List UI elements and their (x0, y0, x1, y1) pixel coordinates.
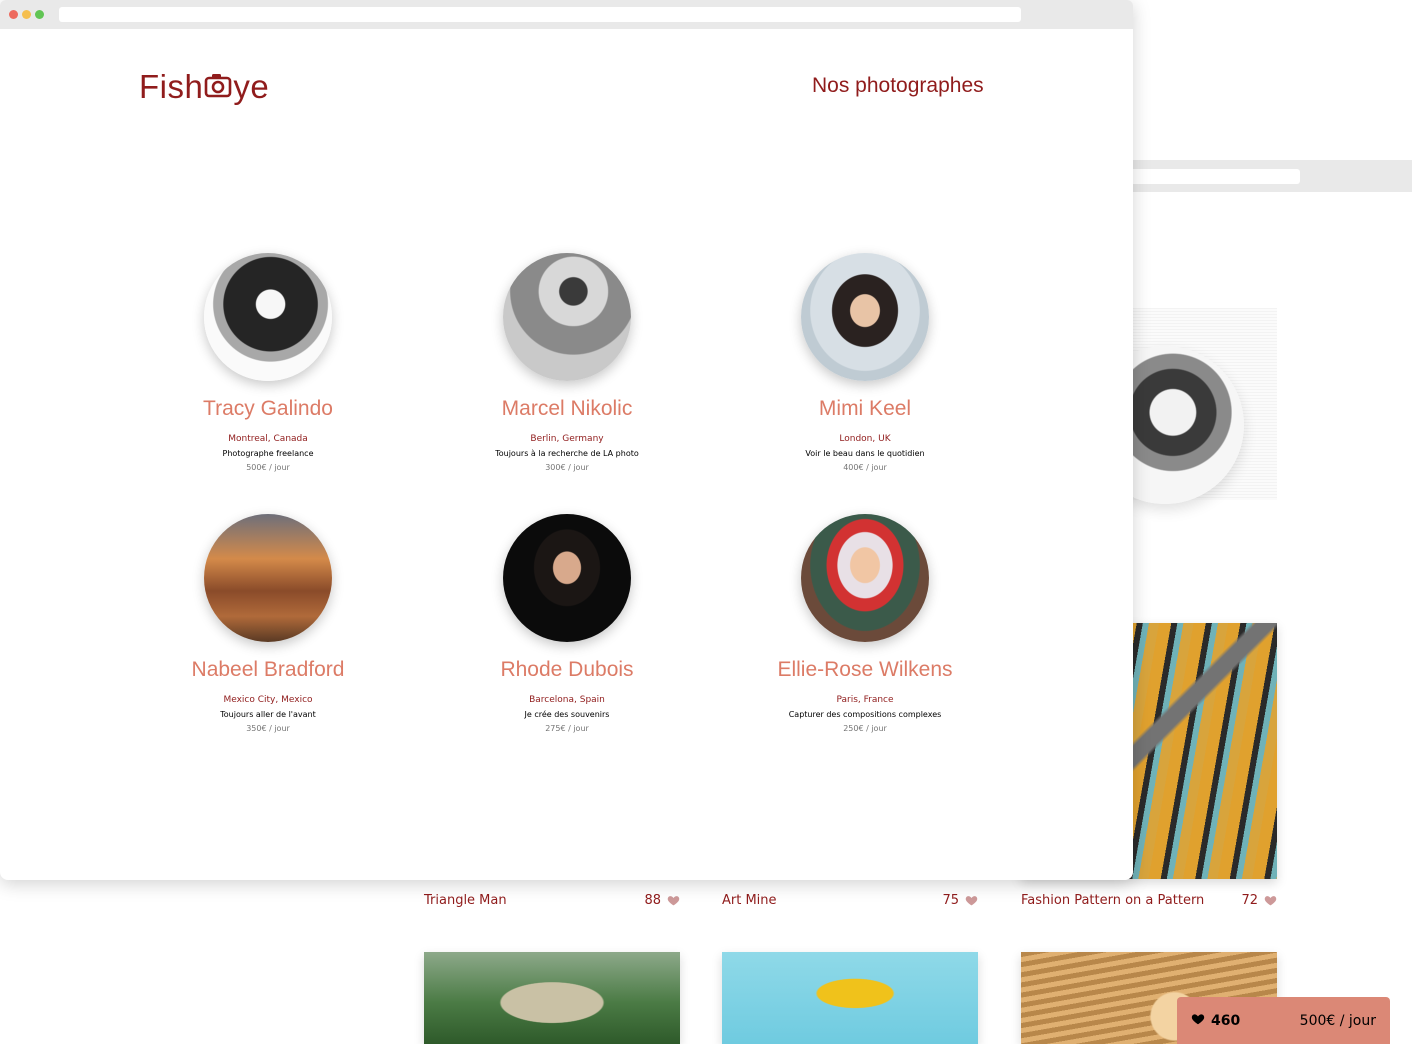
photographer-card[interactable]: Tracy Galindo Montreal, Canada Photograp… (138, 253, 398, 475)
photographer-location: Montreal, Canada (228, 434, 308, 444)
daily-price: 500€ / jour (1299, 1012, 1376, 1029)
avatar[interactable] (204, 253, 332, 381)
photographer-price: 275€ / jour (545, 724, 589, 733)
photographer-card[interactable]: Mimi Keel London, UK Voir le beau dans l… (735, 253, 995, 475)
photographer-name[interactable]: Nabeel Bradford (138, 656, 398, 684)
photographer-price: 300€ / jour (545, 463, 589, 472)
avatar[interactable] (503, 514, 631, 642)
photographer-card[interactable]: Rhode Dubois Barcelona, Spain Je crée de… (437, 514, 697, 736)
photographer-tagline: Toujours à la recherche de LA photo (495, 449, 639, 458)
total-likes-count: 460 (1211, 1012, 1241, 1029)
heart-icon[interactable] (667, 894, 680, 907)
avatar[interactable] (801, 514, 929, 642)
media-caption: Art Mine 75 (722, 889, 978, 911)
photographer-price: 500€ / jour (246, 463, 290, 472)
photographer-tagline: Voir le beau dans le quotidien (805, 449, 925, 458)
photographer-location: Paris, France (836, 695, 894, 705)
fisheye-logo[interactable]: Fish ye (139, 67, 269, 107)
photographer-card[interactable]: Marcel Nikolic Berlin, Germany Toujours … (437, 253, 697, 475)
photographer-tagline: Photographe freelance (222, 449, 314, 458)
window-maximize-button[interactable] (35, 10, 44, 19)
photographer-tagline: Toujours aller de l'avant (220, 710, 316, 719)
photographer-name[interactable]: Rhode Dubois (437, 656, 697, 684)
media-title: Triangle Man (424, 892, 507, 908)
media-like-count: 72 (1241, 892, 1258, 908)
total-likes-price-bar: 460 500€ / jour (1177, 997, 1390, 1044)
photographer-price: 250€ / jour (843, 724, 887, 733)
photographer-name[interactable]: Ellie-Rose Wilkens (735, 656, 995, 684)
photographer-location: London, UK (839, 434, 891, 444)
heart-icon (1191, 1012, 1205, 1030)
media-title: Fashion Pattern on a Pattern (1021, 892, 1205, 908)
home-page-window: Fish ye Nos photographes Tracy Galindo M… (0, 0, 1133, 880)
photographer-tagline: Capturer des compositions complexes (788, 710, 942, 719)
media-like-count: 75 (942, 892, 959, 908)
avatar[interactable] (204, 514, 332, 642)
photographer-name[interactable]: Tracy Galindo (138, 395, 398, 423)
photographer-price: 400€ / jour (843, 463, 887, 472)
media-image-yellow-outfit[interactable] (722, 952, 978, 1044)
logo-text-left: Fish (139, 68, 204, 105)
url-bar[interactable] (59, 7, 1021, 22)
media-title: Art Mine (722, 892, 777, 908)
media-like-count: 88 (644, 892, 661, 908)
photographer-name[interactable]: Marcel Nikolic (437, 395, 697, 423)
avatar[interactable] (801, 253, 929, 381)
avatar[interactable] (503, 253, 631, 381)
photographer-tagline: Je crée des souvenirs (524, 710, 610, 719)
window-minimize-button[interactable] (22, 10, 31, 19)
media-likes: 72 (1241, 893, 1277, 908)
media-caption: Triangle Man 88 (424, 889, 680, 911)
photographer-name[interactable]: Mimi Keel (735, 395, 995, 423)
media-image-gazebo[interactable] (424, 952, 680, 1044)
browser-toolbar (0, 0, 1133, 29)
total-likes: 460 (1191, 1012, 1240, 1030)
photographer-location: Berlin, Germany (530, 434, 604, 444)
page-title: Nos photographes (812, 74, 984, 97)
heart-icon[interactable] (1264, 894, 1277, 907)
media-likes: 88 (644, 893, 680, 908)
logo-text-right: ye (233, 68, 270, 105)
photographer-price: 350€ / jour (246, 724, 290, 733)
media-caption: Fashion Pattern on a Pattern 72 (1021, 889, 1277, 911)
photographer-card[interactable]: Ellie-Rose Wilkens Paris, France Capture… (735, 514, 995, 736)
heart-icon[interactable] (965, 894, 978, 907)
window-close-button[interactable] (9, 10, 18, 19)
background-url-bar (1120, 169, 1300, 184)
photographer-location: Barcelona, Spain (529, 695, 605, 705)
media-likes: 75 (942, 893, 978, 908)
photographer-card[interactable]: Nabeel Bradford Mexico City, Mexico Touj… (138, 514, 398, 736)
camera-icon (204, 68, 232, 106)
photographer-location: Mexico City, Mexico (223, 695, 313, 705)
